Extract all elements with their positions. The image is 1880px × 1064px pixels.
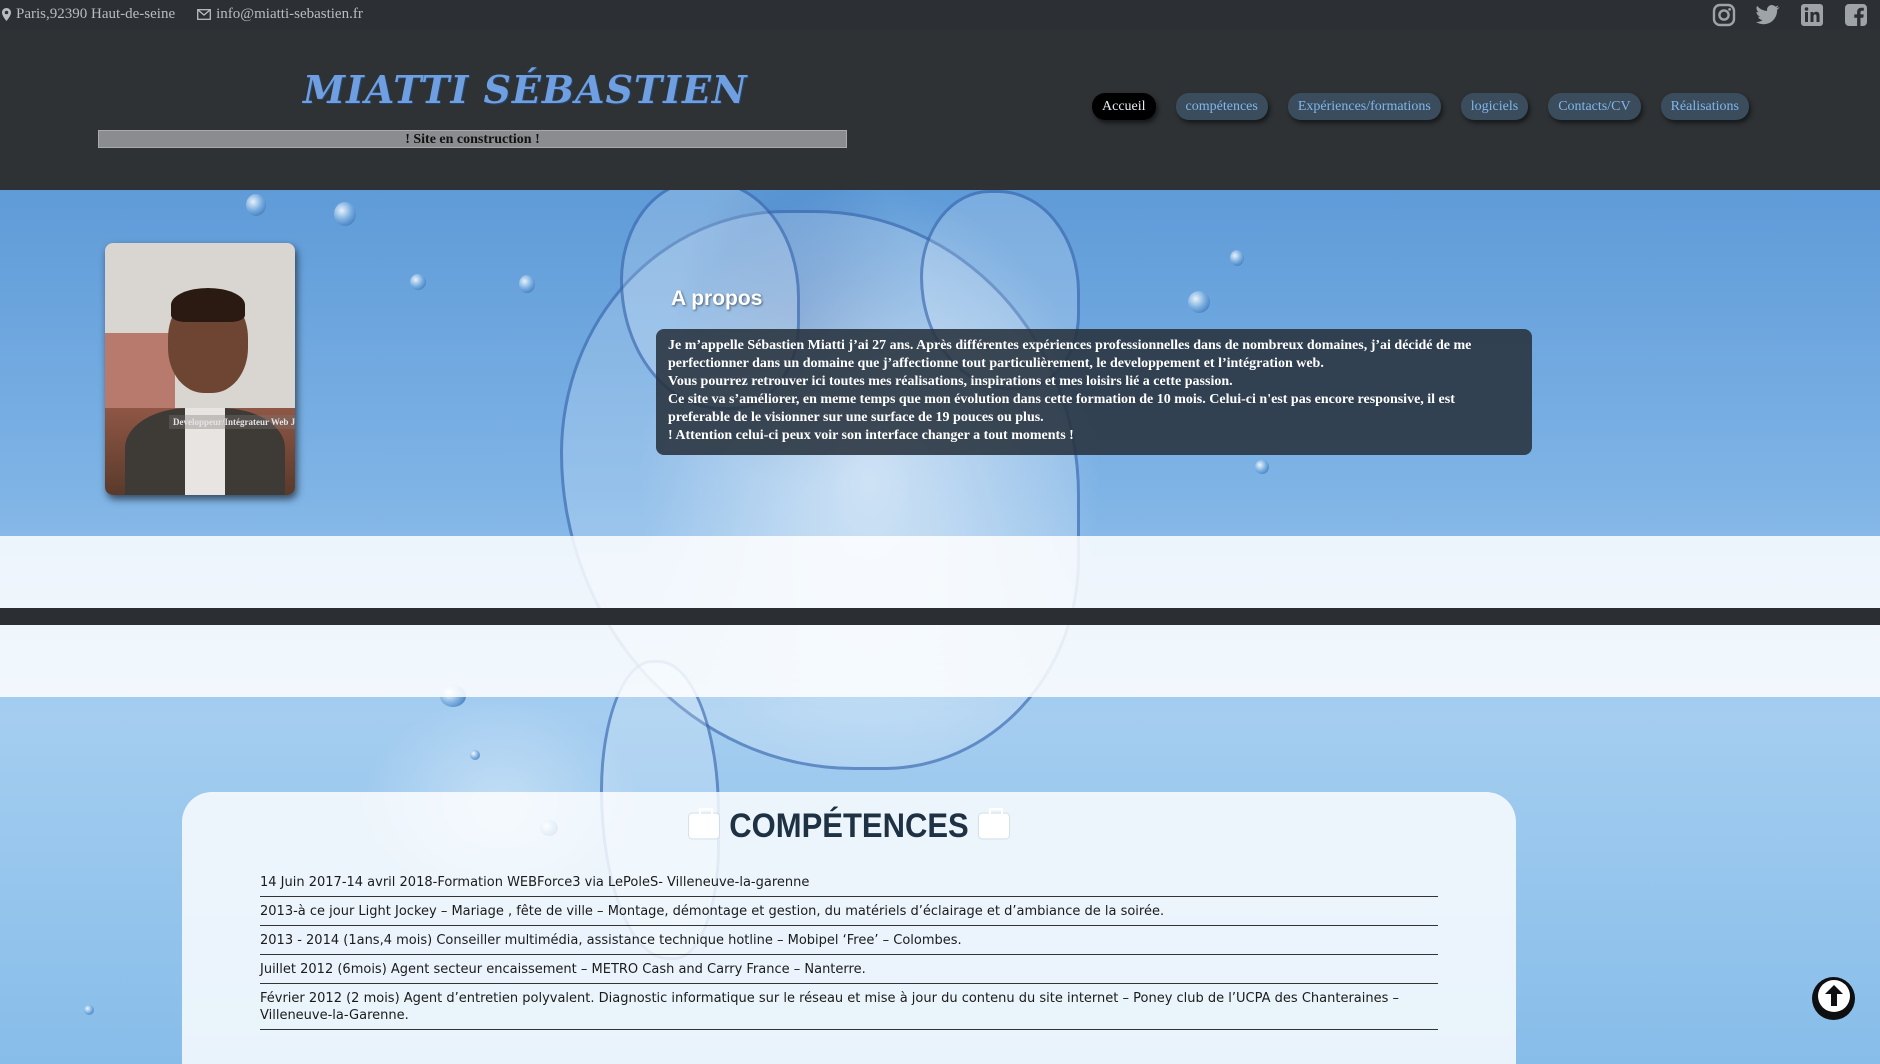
dark-divider [0, 608, 1880, 625]
list-item: 2013-à ce jour Light Jockey – Mariage , … [260, 897, 1438, 926]
email-text[interactable]: info@miatti-sebastien.fr [216, 6, 363, 23]
construction-banner: ! Site en construction ! [98, 130, 847, 148]
light-band [0, 536, 1880, 608]
briefcase-icon [689, 808, 720, 839]
nav-realisations[interactable]: Réalisations [1660, 93, 1749, 120]
map-marker-icon [2, 8, 11, 21]
about-line: Je m’appelle Sébastien Miatti j’ai 27 an… [668, 338, 1472, 371]
water-drop [246, 194, 266, 216]
linkedin-icon[interactable] [1799, 2, 1824, 27]
hero-section: Developpeur/Intégrateur Web Junior A pro… [0, 190, 1880, 1064]
envelope-icon [197, 9, 212, 20]
light-band [0, 625, 1880, 697]
about-line: ! Attention celui-ci peux voir son inter… [668, 428, 1074, 443]
briefcase-icon [978, 808, 1009, 839]
social-links [1711, 2, 1868, 27]
water-drop [1188, 291, 1210, 313]
location-text: Paris,92390 Haut-de-seine [16, 6, 176, 22]
water-drop [410, 274, 426, 290]
top-info-bar: Paris,92390 Haut-de-seine info@miatti-se… [0, 0, 1880, 29]
facebook-icon[interactable] [1843, 2, 1868, 27]
list-item: 2013 - 2014 (1ans,4 mois) Conseiller mul… [260, 926, 1438, 955]
email[interactable]: info@miatti-sebastien.fr [197, 6, 363, 23]
water-drop [334, 202, 356, 226]
photo-hair [171, 288, 245, 322]
location: Paris,92390 Haut-de-seine [2, 6, 175, 23]
list-item: 14 Juin 2017-14 avril 2018-Formation WEB… [260, 868, 1438, 897]
about-line: Vous pourrez retrouver ici toutes mes ré… [668, 374, 1233, 389]
photo-wall [105, 333, 175, 408]
nav-experiences-formations[interactable]: Expériences/formations [1287, 93, 1441, 120]
competences-heading: COMPÉTENCES [182, 806, 1516, 846]
site-brand[interactable]: MIATTI SÉBASTIEN [303, 67, 747, 112]
scroll-to-top-button[interactable] [1812, 977, 1855, 1020]
about-line: Ce site va s’améliorer, en meme temps qu… [668, 392, 1455, 425]
water-drop [1255, 460, 1269, 474]
nav-logiciels[interactable]: logiciels [1460, 93, 1529, 120]
water-drop [519, 275, 535, 293]
water-drop [1230, 250, 1244, 266]
twitter-icon[interactable] [1755, 2, 1780, 27]
nav-accueil[interactable]: Accueil [1092, 93, 1156, 120]
water-drop [84, 1005, 94, 1015]
instagram-icon[interactable] [1711, 2, 1736, 27]
nav-competences[interactable]: compétences [1175, 93, 1268, 120]
competences-section: COMPÉTENCES 14 Juin 2017-14 avril 2018-F… [182, 792, 1516, 1064]
water-drop [470, 750, 480, 760]
main-nav: Accueil compétences Expériences/formatio… [1092, 93, 1769, 120]
list-item: Février 2012 (2 mois) Agent d’entretien … [260, 984, 1438, 1030]
competences-list: 14 Juin 2017-14 avril 2018-Formation WEB… [260, 868, 1438, 1030]
nav-contacts-cv[interactable]: Contacts/CV [1548, 93, 1641, 120]
profile-photo: Developpeur/Intégrateur Web Junior [105, 243, 295, 495]
site-header: MIATTI SÉBASTIEN ! Site en construction … [0, 29, 1880, 190]
competences-title: COMPÉTENCES [729, 805, 969, 846]
about-text: Je m’appelle Sébastien Miatti j’ai 27 an… [656, 329, 1532, 455]
profile-caption: Developpeur/Intégrateur Web Junior [169, 415, 295, 429]
list-item: Juillet 2012 (6mois) Agent secteur encai… [260, 955, 1438, 984]
contact-info: Paris,92390 Haut-de-seine info@miatti-se… [2, 6, 363, 23]
arrow-up-circle-icon [1816, 978, 1852, 1019]
about-title: A propos [671, 287, 763, 310]
